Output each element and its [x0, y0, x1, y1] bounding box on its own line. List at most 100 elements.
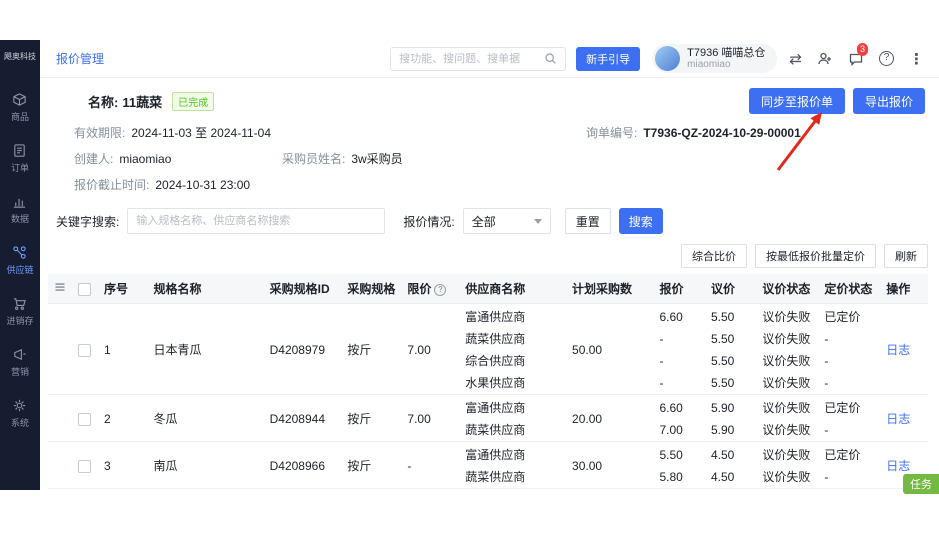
quotation-summary: 名称: 11蔬菜 已完成 同步至报价单 导出报价 有效期限: 2024-11-0…: [40, 78, 939, 202]
cell-seq: 2: [98, 395, 148, 442]
summary-fields: 有效期限: 2024-11-03 至 2024-11-04 询单编号: T793…: [74, 124, 925, 194]
global-search-input[interactable]: [399, 53, 544, 65]
limit-price-info-icon[interactable]: ?: [434, 284, 446, 296]
header-supplier: 供应商名称: [459, 274, 566, 304]
cell-purchase-spec: 按斤: [341, 395, 401, 442]
cell-bargain-status: 议价失败: [756, 372, 818, 395]
expand-all-icon[interactable]: [54, 282, 66, 296]
cell-bargain: 5.50: [705, 350, 756, 372]
header-seq: 序号: [98, 274, 148, 304]
cell-bargain-status: 议价失败: [756, 350, 818, 372]
cell-bargain: 5.90: [705, 395, 756, 420]
cell-supplier: 水果供应商: [459, 372, 566, 395]
deadline-field: 报价截止时间: 2024-10-31 23:00: [74, 176, 250, 194]
header-plan-qty: 计划采购数: [566, 274, 653, 304]
row-checkbox[interactable]: [78, 413, 91, 426]
quote-status-value: 全部: [472, 213, 496, 230]
invite-user-icon[interactable]: [817, 51, 833, 67]
summary-title-row: 名称: 11蔬菜 已完成 同步至报价单 导出报价: [74, 88, 925, 114]
sidebar-item-goods[interactable]: 商品: [6, 92, 33, 123]
guide-button[interactable]: 新手引导: [576, 47, 640, 71]
header-spec-id: 采购规格ID: [264, 274, 342, 304]
search-button[interactable]: 搜索: [619, 208, 663, 234]
table-action-bar: 综合比价 按最低报价批量定价 刷新: [40, 240, 939, 274]
quote-status-label: 报价情况:: [403, 213, 454, 230]
messages-icon[interactable]: 3: [848, 51, 864, 67]
message-count-badge: 3: [857, 43, 868, 56]
cell-plan-qty: 20.00: [566, 395, 653, 442]
cell-seq: 1: [98, 304, 148, 395]
marketing-icon: [12, 347, 27, 362]
cell-plan-qty: 50.00: [566, 304, 653, 395]
sync-to-quote-button[interactable]: 同步至报价单: [749, 88, 845, 114]
sidebar-item-inventory[interactable]: 进销存: [6, 296, 33, 327]
cell-price-status: 已定价: [818, 304, 880, 329]
reset-button[interactable]: 重置: [565, 208, 611, 234]
cell-quote: 6.60: [653, 304, 704, 329]
page-title: 11蔬菜: [122, 92, 162, 111]
cell-purchase-spec: 按斤: [341, 304, 401, 395]
quotes-table: 序号 规格名称 采购规格ID 采购规格 限价? 供应商名称 计划采购数 报价 议…: [48, 274, 928, 489]
cell-quote: 5.80: [653, 466, 704, 489]
system-icon: [12, 398, 27, 413]
cell-limit-price: 7.00: [401, 304, 459, 395]
sidebar-item-orders[interactable]: 订单: [6, 143, 33, 174]
header-bargain: 议价: [705, 274, 756, 304]
goods-icon: [12, 92, 27, 107]
header-bargain-status: 议价状态: [756, 274, 818, 304]
help-icon[interactable]: ?: [879, 51, 894, 66]
cell-quote: -: [653, 372, 704, 395]
log-link[interactable]: 日志: [886, 412, 910, 426]
more-menu-icon[interactable]: ⋮: [909, 50, 925, 68]
chevron-down-icon: [534, 219, 542, 224]
export-quote-button[interactable]: 导出报价: [853, 88, 925, 114]
cell-bargain-status: 议价失败: [756, 395, 818, 420]
switch-account-icon[interactable]: ⇄: [789, 50, 802, 68]
cell-price-status: -: [818, 466, 880, 489]
cell-plan-qty: 30.00: [566, 442, 653, 489]
keyword-input[interactable]: [127, 208, 385, 234]
creator-field: 创建人: miaomiao: [74, 150, 282, 168]
search-icon[interactable]: [544, 52, 557, 65]
supply-chain-icon: [12, 245, 27, 260]
cell-bargain: 4.50: [705, 442, 756, 467]
compare-prices-button[interactable]: 综合比价: [681, 244, 747, 268]
batch-lowest-price-button[interactable]: 按最低报价批量定价: [755, 244, 876, 268]
header-purchase-spec: 采购规格: [341, 274, 401, 304]
cell-supplier: 蔬菜供应商: [459, 466, 566, 489]
table-header-row: 序号 规格名称 采购规格ID 采购规格 限价? 供应商名称 计划采购数 报价 议…: [48, 274, 928, 304]
avatar: [655, 46, 680, 71]
log-link[interactable]: 日志: [886, 459, 910, 473]
cell-bargain: 5.50: [705, 304, 756, 329]
quote-status-select[interactable]: 全部: [463, 208, 551, 234]
table-row: 1 日本青瓜 D4208979 按斤 7.00 富通供应商 50.00 6.60…: [48, 304, 928, 329]
sidebar: 飓奥科技 商品 订单 数据 供应链: [0, 40, 40, 490]
inventory-icon: [12, 296, 27, 311]
user-names: T7936 喵喵总仓 miaomiao: [687, 47, 765, 71]
cell-bargain-status: 议价失败: [756, 304, 818, 329]
breadcrumb[interactable]: 报价管理: [56, 50, 104, 67]
row-checkbox[interactable]: [78, 460, 91, 473]
cell-bargain-status: 议价失败: [756, 442, 818, 467]
sidebar-item-data[interactable]: 数据: [6, 194, 33, 225]
keyword-label: 关键字搜索:: [56, 213, 119, 230]
row-checkbox[interactable]: [78, 344, 91, 357]
select-all-checkbox[interactable]: [78, 283, 91, 296]
cell-price-status: 已定价: [818, 442, 880, 467]
cell-spec-name: 南瓜: [148, 442, 264, 489]
log-link[interactable]: 日志: [886, 343, 910, 357]
cell-supplier: 综合供应商: [459, 350, 566, 372]
filter-bar: 关键字搜索: 报价情况: 全部 重置 搜索: [40, 202, 939, 240]
sidebar-item-supply-chain[interactable]: 供应链: [6, 245, 33, 276]
table-row: 2 冬瓜 D4208944 按斤 7.00 富通供应商 20.00 6.60 5…: [48, 395, 928, 420]
refresh-button[interactable]: 刷新: [884, 244, 928, 268]
cell-seq: 3: [98, 442, 148, 489]
cell-bargain-status: 议价失败: [756, 328, 818, 350]
user-menu[interactable]: T7936 喵喵总仓 miaomiao: [652, 44, 777, 73]
sidebar-item-marketing[interactable]: 营销: [6, 347, 33, 378]
order-number-field: 询单编号: T7936-QZ-2024-10-29-00001: [586, 124, 801, 142]
cell-spec-id: D4208966: [264, 442, 342, 489]
sidebar-item-system[interactable]: 系统: [6, 398, 33, 429]
task-float-button[interactable]: 任务: [903, 474, 939, 494]
cell-limit-price: 7.00: [401, 395, 459, 442]
